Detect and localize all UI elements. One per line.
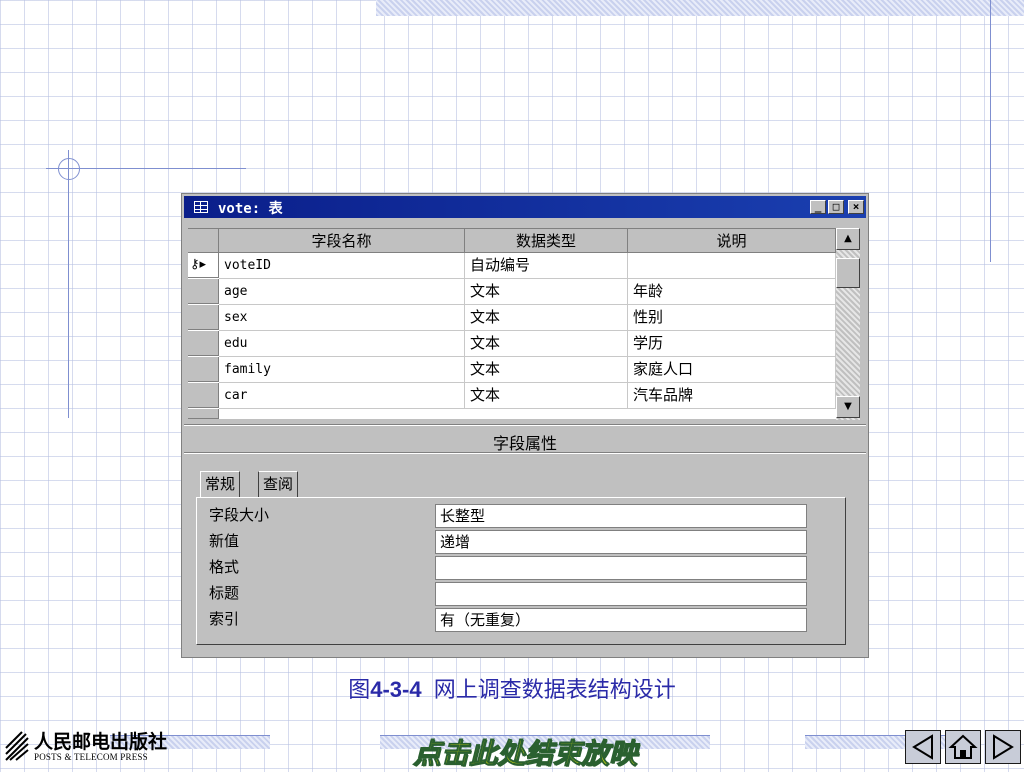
- primary-key-icon: ⚷▸: [190, 257, 207, 272]
- data-type-cell[interactable]: 文本: [465, 331, 628, 357]
- tab-lookup[interactable]: 查阅: [258, 471, 299, 498]
- publisher-logo-icon: [5, 731, 29, 761]
- column-header-description: 说明: [628, 229, 836, 253]
- next-icon[interactable]: [985, 730, 1021, 764]
- maximize-icon[interactable]: □: [828, 200, 844, 214]
- data-type-cell[interactable]: 文本: [465, 357, 628, 383]
- title-bar[interactable]: vote: 表 _ □ ×: [184, 196, 866, 218]
- caption-prefix: 图: [348, 677, 371, 702]
- field-grid: 字段名称 数据类型 说明 ⚷▸ voteID 自动编号 age 文本 年龄 se…: [188, 228, 836, 419]
- window-title: vote: 表: [218, 201, 283, 217]
- column-header-field-name: 字段名称: [219, 229, 465, 253]
- data-type-cell[interactable]: 文本: [465, 305, 628, 331]
- scroll-up-icon[interactable]: ▲: [836, 228, 860, 250]
- caption-number: 4-3-4: [370, 677, 422, 702]
- minimize-icon[interactable]: _: [810, 200, 826, 214]
- row-selector[interactable]: [188, 305, 219, 330]
- scroll-down-icon[interactable]: ▼: [836, 396, 860, 418]
- property-value[interactable]: [435, 556, 807, 580]
- field-name-cell[interactable]: family: [219, 357, 465, 383]
- data-type-cell[interactable]: 文本: [465, 383, 628, 409]
- decor-line: [805, 735, 965, 736]
- row-selector[interactable]: [188, 331, 219, 356]
- top-decor-band: [376, 0, 1024, 16]
- close-icon[interactable]: ×: [848, 200, 864, 214]
- tab-general[interactable]: 常规: [200, 471, 241, 498]
- property-label: 标题: [209, 584, 240, 602]
- description-cell[interactable]: 学历: [628, 331, 836, 357]
- publisher-name: 人民邮电出版社: [34, 731, 168, 753]
- caption-text: 网上调查数据表结构设计: [433, 677, 676, 702]
- decor-line: [990, 0, 991, 262]
- field-name-cell[interactable]: edu: [219, 331, 465, 357]
- property-label: 字段大小: [209, 506, 270, 524]
- row-selector[interactable]: [188, 409, 219, 419]
- column-header-data-type: 数据类型: [465, 229, 628, 253]
- description-cell[interactable]: 年龄: [628, 279, 836, 305]
- description-cell[interactable]: [628, 253, 836, 279]
- data-type-cell[interactable]: 文本: [465, 279, 628, 305]
- field-name-cell[interactable]: age: [219, 279, 465, 305]
- vertical-scrollbar[interactable]: ▲ ▼: [836, 228, 860, 420]
- decor-circle: [58, 158, 80, 180]
- row-selector[interactable]: ⚷▸: [188, 253, 219, 278]
- property-value[interactable]: [435, 582, 807, 606]
- data-type-cell[interactable]: 自动编号: [465, 253, 628, 279]
- table-design-window: vote: 表 _ □ × 字段名称 数据类型 说明 ⚷▸ voteID 自动编…: [181, 193, 869, 658]
- prev-icon[interactable]: [905, 730, 941, 764]
- properties-panel: 字段大小 长整型 新值 递增 格式 标题 索引 有（无重复）: [196, 497, 846, 645]
- property-value[interactable]: 有（无重复）: [435, 608, 807, 632]
- property-label: 索引: [209, 610, 240, 628]
- header-corner: [188, 229, 219, 253]
- description-cell[interactable]: 汽车品牌: [628, 383, 836, 409]
- scroll-thumb[interactable]: [836, 258, 860, 288]
- field-name-cell[interactable]: voteID: [219, 253, 465, 279]
- divider: [184, 452, 866, 454]
- row-selector[interactable]: [188, 279, 219, 304]
- figure-caption: 图4-3-4 网上调查数据表结构设计: [0, 672, 1024, 704]
- field-name-cell[interactable]: sex: [219, 305, 465, 331]
- end-show-link[interactable]: 点击此处结束放映: [385, 732, 665, 772]
- table-icon: [194, 201, 208, 213]
- property-label: 新值: [209, 532, 240, 550]
- row-selector[interactable]: [188, 357, 219, 382]
- publisher-name-en: POSTS & TELECOM PRESS: [34, 752, 148, 762]
- description-cell[interactable]: 性别: [628, 305, 836, 331]
- property-label: 格式: [209, 558, 240, 576]
- field-properties-title: 字段属性: [492, 434, 557, 453]
- property-value[interactable]: 长整型: [435, 504, 807, 528]
- divider: [184, 424, 866, 426]
- property-value[interactable]: 递增: [435, 530, 807, 554]
- field-name-cell[interactable]: car: [219, 383, 465, 409]
- decor-line: [68, 150, 69, 418]
- row-selector[interactable]: [188, 383, 219, 408]
- footer-decor-band: [805, 735, 965, 749]
- description-cell[interactable]: 家庭人口: [628, 357, 836, 383]
- home-icon[interactable]: [945, 730, 981, 764]
